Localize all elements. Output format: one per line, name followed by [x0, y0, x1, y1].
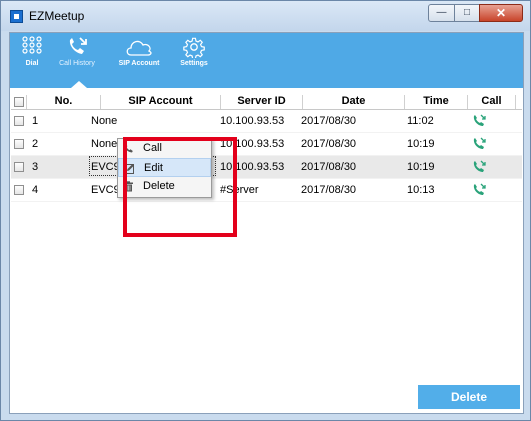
table-row[interactable]: 4 EVC900 #Server 2017/08/30 10:13 [11, 179, 522, 202]
row-checkbox[interactable] [14, 139, 24, 149]
row-checkbox[interactable] [14, 116, 24, 126]
app-logo-icon [10, 10, 23, 23]
app-window: EZMeetup — □ ✕ Dial Call History SIP Acc… [0, 0, 531, 421]
column-header-no[interactable]: No. [27, 95, 101, 109]
main-panel: Dial Call History SIP Account Settings N… [9, 32, 524, 414]
dial-pad-icon [22, 36, 42, 54]
row-time: 10:19 [407, 161, 435, 173]
row-sip-account: None [91, 138, 118, 150]
active-tab-indicator [71, 81, 87, 88]
top-toolbar: Dial Call History SIP Account Settings [10, 33, 523, 88]
phone-icon[interactable] [472, 160, 486, 174]
tab-dial-label: Dial [25, 60, 39, 67]
table-row[interactable]: 2 None 10.100.93.53 2017/08/30 10:19 [11, 133, 522, 156]
tab-settings[interactable]: Settings [175, 36, 213, 82]
select-all-checkbox[interactable] [14, 97, 24, 107]
window-title: EZMeetup [29, 9, 85, 23]
table-row-selected[interactable]: 3 EVC900 10.100.93.53 2017/08/30 10:19 [11, 156, 522, 179]
tab-call-history[interactable]: Call History [53, 36, 101, 82]
cloud-icon [126, 40, 152, 56]
call-history-icon [69, 37, 87, 54]
row-date: 2017/08/30 [301, 138, 357, 150]
tab-call-history-label: Call History [59, 60, 95, 67]
select-all-cell [11, 95, 27, 109]
row-sip-account: None [91, 115, 118, 127]
row-date: 2017/08/30 [301, 115, 357, 127]
column-header-call[interactable]: Call [468, 95, 516, 109]
annotation-highlight-box [123, 137, 237, 237]
row-number: 4 [32, 184, 39, 196]
row-time: 11:02 [407, 115, 434, 127]
row-number: 3 [32, 161, 39, 173]
call-history-table: No. SIP Account Server ID Date Time Call… [11, 95, 522, 202]
row-number: 2 [32, 138, 39, 150]
row-checkbox[interactable] [14, 185, 24, 195]
tab-sip-account[interactable]: SIP Account [114, 36, 164, 82]
row-number: 1 [32, 115, 39, 127]
table-header: No. SIP Account Server ID Date Time Call [11, 95, 522, 110]
table-row[interactable]: 1 None 10.100.93.53 2017/08/30 11:02 [11, 110, 522, 133]
phone-icon[interactable] [472, 183, 486, 197]
row-date: 2017/08/30 [301, 184, 357, 196]
row-checkbox[interactable] [14, 162, 24, 172]
tab-settings-label: Settings [180, 60, 208, 67]
tab-dial[interactable]: Dial [20, 36, 44, 82]
tab-sip-account-label: SIP Account [118, 60, 160, 67]
title-bar[interactable]: EZMeetup — □ ✕ [1, 1, 530, 31]
delete-button[interactable]: Delete [418, 385, 520, 409]
column-header-date[interactable]: Date [303, 95, 405, 109]
column-header-server-id[interactable]: Server ID [221, 95, 303, 109]
gear-icon [183, 37, 205, 58]
maximize-button[interactable]: □ [454, 4, 480, 22]
row-time: 10:13 [407, 184, 435, 196]
column-header-time[interactable]: Time [405, 95, 468, 109]
phone-icon[interactable] [472, 137, 486, 151]
row-time: 10:19 [407, 138, 435, 150]
close-button[interactable]: ✕ [479, 4, 523, 22]
column-header-sip-account[interactable]: SIP Account [101, 95, 221, 109]
phone-icon[interactable] [472, 114, 486, 128]
row-server-id: 10.100.93.53 [220, 115, 285, 127]
minimize-button[interactable]: — [428, 4, 455, 22]
row-date: 2017/08/30 [301, 161, 357, 173]
